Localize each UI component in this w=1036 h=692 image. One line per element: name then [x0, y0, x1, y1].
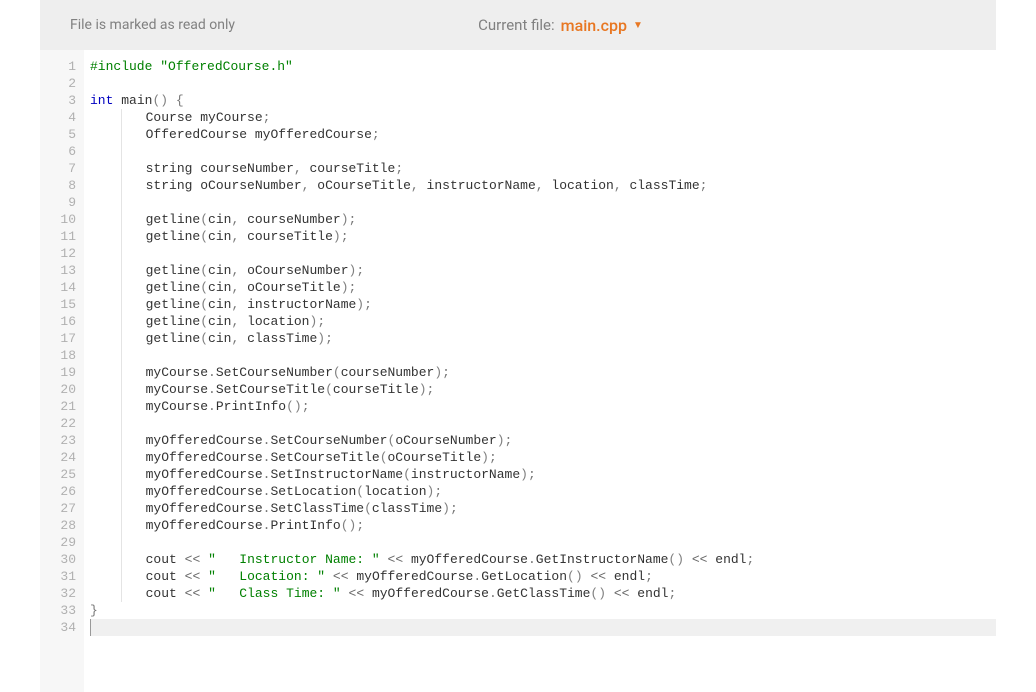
code-area[interactable]: #include "OfferedCourse.h" int main() { …: [84, 50, 996, 692]
line-number: 28: [52, 517, 76, 534]
code-line[interactable]: }: [90, 602, 996, 619]
code-line[interactable]: myCourse.SetCourseNumber(courseNumber);: [90, 364, 996, 381]
code-line[interactable]: [90, 534, 996, 551]
code-line[interactable]: myOfferedCourse.PrintInfo();: [90, 517, 996, 534]
line-number: 18: [52, 347, 76, 364]
line-number: 31: [52, 568, 76, 585]
line-number: 33: [52, 602, 76, 619]
code-line[interactable]: myOfferedCourse.SetLocation(location);: [90, 483, 996, 500]
code-line[interactable]: myCourse.PrintInfo();: [90, 398, 996, 415]
line-number: 21: [52, 398, 76, 415]
line-number: 32: [52, 585, 76, 602]
line-number: 15: [52, 296, 76, 313]
code-line[interactable]: #include "OfferedCourse.h": [90, 58, 996, 75]
current-file-name[interactable]: main.cpp: [561, 16, 627, 35]
line-number: 16: [52, 313, 76, 330]
code-line[interactable]: cout << " Class Time: " << myOfferedCour…: [90, 585, 996, 602]
line-number: 8: [52, 177, 76, 194]
line-number: 4: [52, 109, 76, 126]
file-selector[interactable]: Current file: main.cpp ▼: [155, 16, 966, 35]
code-line[interactable]: Course myCourse;: [90, 109, 996, 126]
code-editor[interactable]: 1234567891011121314151617181920212223242…: [40, 50, 996, 692]
line-number: 19: [52, 364, 76, 381]
line-number: 29: [52, 534, 76, 551]
line-number: 1: [52, 58, 76, 75]
line-number: 9: [52, 194, 76, 211]
code-line[interactable]: [90, 415, 996, 432]
code-line[interactable]: getline(cin, classTime);: [90, 330, 996, 347]
line-number: 27: [52, 500, 76, 517]
line-number: 24: [52, 449, 76, 466]
line-number: 5: [52, 126, 76, 143]
line-number: 10: [52, 211, 76, 228]
app-root: File is marked as read only Current file…: [0, 0, 1036, 692]
code-line[interactable]: int main() {: [90, 92, 996, 109]
code-line[interactable]: getline(cin, courseTitle);: [90, 228, 996, 245]
code-line[interactable]: [90, 347, 996, 364]
code-line[interactable]: myOfferedCourse.SetCourseNumber(oCourseN…: [90, 432, 996, 449]
code-line[interactable]: OfferedCourse myOfferedCourse;: [90, 126, 996, 143]
code-line[interactable]: getline(cin, location);: [90, 313, 996, 330]
code-line[interactable]: getline(cin, oCourseNumber);: [90, 262, 996, 279]
code-line[interactable]: getline(cin, courseNumber);: [90, 211, 996, 228]
code-line[interactable]: myCourse.SetCourseTitle(courseTitle);: [90, 381, 996, 398]
current-file-label: Current file:: [478, 16, 554, 34]
code-line[interactable]: myOfferedCourse.SetClassTime(classTime);: [90, 500, 996, 517]
line-number: 11: [52, 228, 76, 245]
code-line[interactable]: [90, 619, 996, 636]
editor-header: File is marked as read only Current file…: [40, 0, 996, 50]
line-number: 22: [52, 415, 76, 432]
code-line[interactable]: myOfferedCourse.SetInstructorName(instru…: [90, 466, 996, 483]
line-number: 25: [52, 466, 76, 483]
line-number: 34: [52, 619, 76, 636]
code-line[interactable]: myOfferedCourse.SetCourseTitle(oCourseTi…: [90, 449, 996, 466]
line-number: 26: [52, 483, 76, 500]
line-number: 20: [52, 381, 76, 398]
code-line[interactable]: getline(cin, oCourseTitle);: [90, 279, 996, 296]
line-number: 2: [52, 75, 76, 92]
line-number: 17: [52, 330, 76, 347]
code-line[interactable]: cout << " Location: " << myOfferedCourse…: [90, 568, 996, 585]
line-number: 13: [52, 262, 76, 279]
code-line[interactable]: [90, 75, 996, 92]
line-gutter: 1234567891011121314151617181920212223242…: [40, 50, 84, 692]
code-line[interactable]: cout << " Instructor Name: " << myOffere…: [90, 551, 996, 568]
line-number: 23: [52, 432, 76, 449]
code-line[interactable]: [90, 245, 996, 262]
line-number: 6: [52, 143, 76, 160]
code-line[interactable]: string oCourseNumber, oCourseTitle, inst…: [90, 177, 996, 194]
line-number: 12: [52, 245, 76, 262]
code-line[interactable]: [90, 143, 996, 160]
line-number: 7: [52, 160, 76, 177]
code-line[interactable]: getline(cin, instructorName);: [90, 296, 996, 313]
line-number: 14: [52, 279, 76, 296]
code-line[interactable]: [90, 194, 996, 211]
line-number: 30: [52, 551, 76, 568]
chevron-down-icon[interactable]: ▼: [633, 20, 643, 31]
code-line[interactable]: string courseNumber, courseTitle;: [90, 160, 996, 177]
line-number: 3: [52, 92, 76, 109]
